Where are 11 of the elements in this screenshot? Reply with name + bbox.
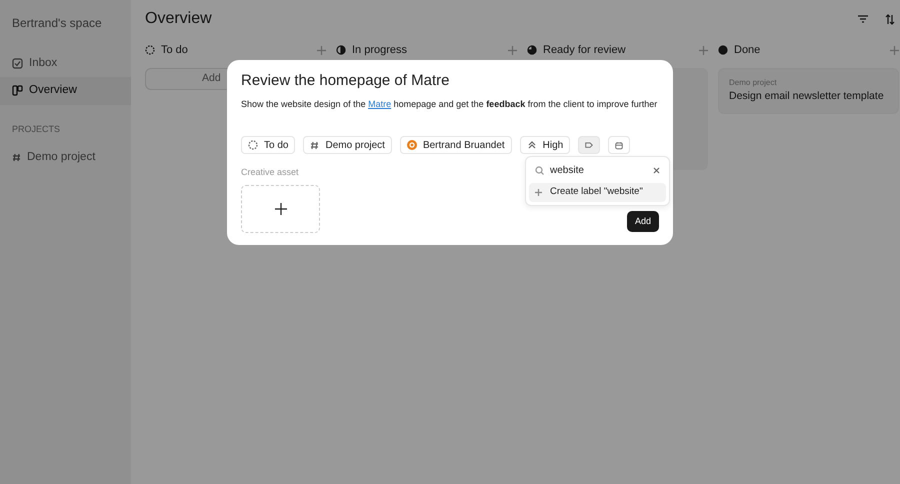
section-title: PROJECTS — [11, 122, 62, 136]
card-title: Design email newsletter template — [729, 89, 885, 104]
page-title: Overview — [145, 9, 212, 29]
card-project: Demo project — [729, 77, 778, 89]
modal-title: Review the homepage of Matre — [241, 72, 450, 90]
column-title: Done — [734, 42, 760, 58]
task-description: Show the website design of the Matre homepage and get the feedback from the client to improve further — [241, 98, 658, 111]
column-title: In progress — [352, 42, 408, 58]
field-label: Creative asset — [241, 166, 299, 179]
column-title: To do — [161, 42, 188, 58]
column-title: Ready for review — [543, 42, 626, 58]
